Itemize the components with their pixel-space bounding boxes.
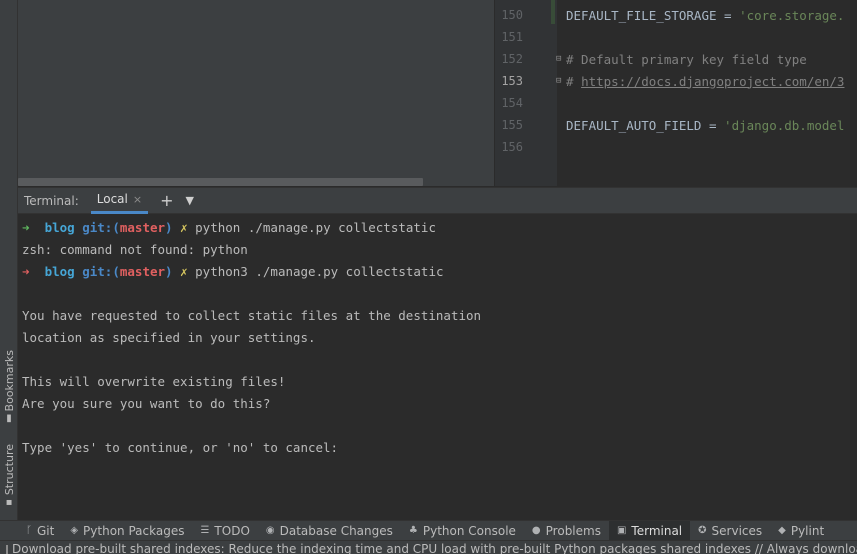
pylint-tool-button[interactable]: ◆ Pylint	[770, 521, 832, 541]
structure-label: Structure	[2, 443, 16, 495]
chevron-down-icon[interactable]: ▼	[186, 194, 194, 207]
code-text: DEFAULT_AUTO_FIELD = 'django.db.model	[566, 117, 845, 133]
line-number: 153	[501, 74, 523, 88]
bookmarks-side-tab[interactable]: ▮ Bookmarks	[0, 346, 18, 424]
code-line[interactable]: 154	[495, 92, 857, 114]
bookmark-icon: ▮	[6, 413, 12, 424]
left-tool-strip: ▮ Bookmarks ▪ Structure	[0, 0, 18, 520]
code-line[interactable]: 153 ⊟ # https://docs.djangoproject.com/en/…	[495, 70, 857, 92]
close-tab-icon[interactable]: ×	[133, 193, 142, 206]
status-message[interactable]: Download pre-built shared indexes: Reduc…	[12, 541, 857, 554]
prompt-arrow-icon: ➜	[22, 263, 30, 279]
terminal-title: Terminal:	[24, 193, 79, 208]
terminal-line: Are you sure you want to do this?	[22, 395, 271, 411]
line-number: 154	[501, 96, 523, 110]
code-text: # Default primary key field type	[566, 51, 807, 67]
horizontal-scrollbar[interactable]	[18, 178, 423, 186]
git-branch-icon: ᚴ	[26, 525, 32, 536]
terminal-line: zsh: command not found: python	[22, 241, 248, 257]
packages-icon: ◈	[70, 525, 79, 536]
code-line[interactable]: 156	[495, 136, 857, 158]
terminal-line: ➜ blog git:(master) ✗ python ./manage.py…	[22, 219, 436, 235]
code-text: DEFAULT_FILE_STORAGE = 'core.storage.	[566, 7, 845, 23]
bookmarks-label: Bookmarks	[2, 349, 16, 411]
terminal-line: location as specified in your settings.	[22, 329, 316, 345]
code-line[interactable]: 152 ⊟ # Default primary key field type	[495, 48, 857, 70]
fold-icon[interactable]: ⊟	[556, 76, 561, 86]
terminal-output[interactable]: ➜ blog git:(master) ✗ python ./manage.py…	[18, 215, 857, 520]
code-line[interactable]: 155 DEFAULT_AUTO_FIELD = 'django.db.model	[495, 114, 857, 136]
database-changes-tool-button[interactable]: ◉ Database Changes	[258, 521, 401, 541]
terminal-line: ➜ blog git:(master) ✗ python3 ./manage.p…	[22, 263, 444, 279]
command-text: python3 ./manage.py collectstatic	[195, 263, 444, 279]
terminal-line: This will overwrite existing files!	[22, 373, 286, 389]
structure-side-tab[interactable]: ▪ Structure	[0, 442, 18, 508]
python-packages-tool-button[interactable]: ◈ Python Packages	[62, 521, 192, 541]
line-number: 150	[501, 8, 523, 22]
fold-icon[interactable]: ⊟	[556, 54, 561, 64]
git-tool-button[interactable]: ᚴ Git	[0, 521, 62, 541]
problems-tool-button[interactable]: ● Problems	[524, 521, 609, 541]
status-bar: Download pre-built shared indexes: Reduc…	[0, 540, 857, 554]
terminal-header: Terminal: Local × + ▼	[18, 187, 857, 214]
terminal-icon: ▣	[616, 525, 627, 536]
new-tab-icon[interactable]: +	[160, 191, 173, 210]
line-number: 156	[501, 140, 523, 154]
structure-icon: ▪	[5, 497, 13, 508]
terminal-line: You have requested to collect static fil…	[22, 307, 482, 323]
code-editor[interactable]: 150 DEFAULT_FILE_STORAGE = 'core.storage.…	[495, 0, 857, 186]
services-icon: ✪	[698, 525, 707, 536]
project-pane	[18, 0, 494, 186]
code-text: # https://docs.djangoproject.com/en/3	[566, 73, 845, 89]
terminal-line: Type 'yes' to continue, or 'no' to cance…	[22, 439, 339, 455]
tab-local-label: Local	[96, 192, 128, 206]
python-console-icon: ♣	[408, 525, 418, 536]
todo-tool-button[interactable]: ☰ TODO	[192, 521, 257, 541]
line-number: 155	[501, 118, 523, 132]
python-console-tool-button[interactable]: ♣ Python Console	[401, 521, 524, 541]
todo-list-icon: ☰	[200, 525, 210, 536]
status-toggle-icon[interactable]	[6, 545, 8, 554]
problems-info-icon: ●	[531, 525, 541, 536]
pylint-icon: ◆	[778, 525, 786, 536]
terminal-tool-button[interactable]: ▣ Terminal	[608, 520, 691, 541]
tab-local[interactable]: Local ×	[90, 188, 149, 214]
line-number: 152	[501, 52, 523, 66]
code-line[interactable]: 150 DEFAULT_FILE_STORAGE = 'core.storage.	[495, 4, 857, 26]
database-icon: ◉	[265, 525, 275, 536]
line-number: 151	[501, 30, 523, 44]
tool-window-bar: ᚴ Git ◈ Python Packages ☰ TODO ◉ Database Ch…	[0, 520, 857, 541]
code-line[interactable]: 151	[495, 26, 857, 48]
services-tool-button[interactable]: ✪ Services	[690, 521, 770, 541]
prompt-arrow-icon: ➜	[22, 219, 30, 235]
command-text: python ./manage.py collectstatic	[195, 219, 436, 235]
